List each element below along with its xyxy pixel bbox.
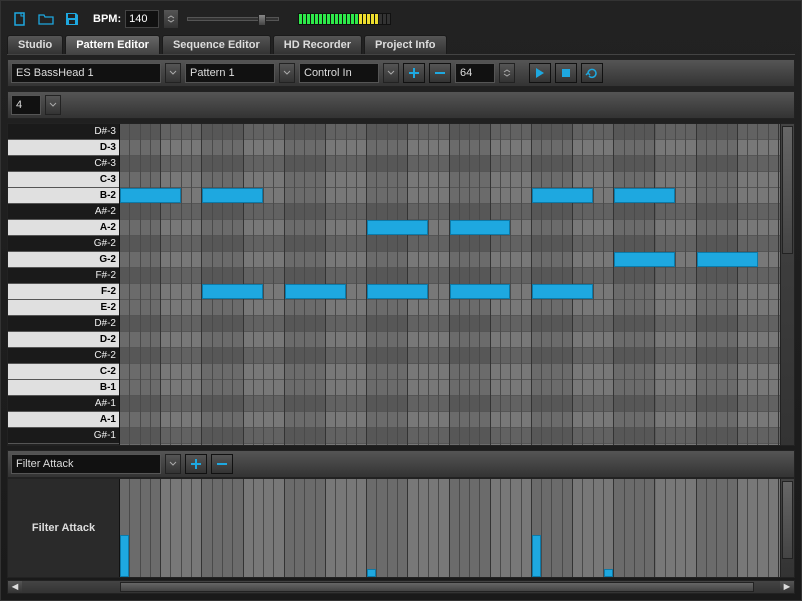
vertical-scrollbar[interactable] — [780, 479, 794, 577]
piano-key[interactable]: G#-1 — [8, 428, 119, 444]
automation-grid[interactable] — [120, 479, 780, 577]
midi-note[interactable] — [120, 188, 181, 203]
control-select[interactable]: Control In — [299, 63, 379, 83]
midi-note[interactable] — [450, 284, 511, 299]
chevron-down-icon[interactable] — [165, 454, 181, 474]
pattern-toolbar: ES BassHead 1 Pattern 1 Control In 64 — [7, 59, 795, 87]
piano-key[interactable]: E-2 — [8, 300, 119, 316]
piano-key[interactable]: D-2 — [8, 332, 119, 348]
stop-button[interactable] — [555, 63, 577, 83]
zoom-toolbar: 4 — [7, 91, 795, 119]
piano-key[interactable]: A-1 — [8, 412, 119, 428]
tab-hd-recorder[interactable]: HD Recorder — [273, 35, 362, 54]
midi-note[interactable] — [367, 284, 428, 299]
vertical-scrollbar[interactable] — [780, 124, 794, 445]
zoom-select[interactable]: 4 — [11, 95, 41, 115]
tab-studio[interactable]: Studio — [7, 35, 63, 54]
midi-note[interactable] — [532, 284, 593, 299]
bpm-label: BPM: — [93, 13, 121, 25]
bpm-stepper[interactable] — [163, 9, 179, 29]
tab-sequence-editor[interactable]: Sequence Editor — [162, 35, 271, 54]
add-button[interactable] — [403, 63, 425, 83]
automation-lane: Filter Attack — [7, 478, 795, 578]
loop-button[interactable] — [581, 63, 603, 83]
piano-key[interactable]: F#-2 — [8, 268, 119, 284]
piano-key[interactable]: G#-2 — [8, 236, 119, 252]
automation-point[interactable] — [367, 569, 376, 577]
open-folder-icon[interactable] — [35, 9, 57, 29]
midi-note[interactable] — [614, 252, 675, 267]
chevron-down-icon[interactable] — [279, 63, 295, 83]
automation-param-select[interactable]: Filter Attack — [11, 454, 161, 474]
midi-note[interactable] — [285, 284, 346, 299]
main-tabs: StudioPattern EditorSequence EditorHD Re… — [7, 35, 795, 55]
midi-note[interactable] — [450, 220, 511, 235]
automation-point[interactable] — [120, 535, 129, 577]
top-toolbar: BPM: — [7, 7, 795, 31]
piano-roll: D#-3D-3C#-3C-3B-2A#-2A-2G#-2G-2F#-2F-2E-… — [7, 123, 795, 446]
piano-key[interactable]: D#-2 — [8, 316, 119, 332]
automation-point[interactable] — [532, 535, 541, 577]
tab-project-info[interactable]: Project Info — [364, 35, 447, 54]
piano-key[interactable]: A#-1 — [8, 396, 119, 412]
piano-key[interactable]: C#-2 — [8, 348, 119, 364]
piano-key[interactable]: C-2 — [8, 364, 119, 380]
save-icon[interactable] — [61, 9, 83, 29]
pattern-select[interactable]: Pattern 1 — [185, 63, 275, 83]
automation-point[interactable] — [604, 569, 613, 577]
volume-slider[interactable] — [187, 17, 279, 21]
play-button[interactable] — [529, 63, 551, 83]
steps-input[interactable]: 64 — [455, 63, 495, 83]
piano-keys[interactable]: D#-3D-3C#-3C-3B-2A#-2A-2G#-2G-2F#-2F-2E-… — [8, 124, 120, 445]
piano-key[interactable]: D-3 — [8, 140, 119, 156]
instrument-select[interactable]: ES BassHead 1 — [11, 63, 161, 83]
chevron-down-icon[interactable] — [383, 63, 399, 83]
chevron-down-icon[interactable] — [45, 95, 61, 115]
tab-pattern-editor[interactable]: Pattern Editor — [65, 35, 160, 54]
midi-note[interactable] — [697, 252, 758, 267]
bpm-input[interactable] — [125, 10, 159, 28]
piano-key[interactable]: G-2 — [8, 252, 119, 268]
remove-button[interactable] — [429, 63, 451, 83]
piano-key[interactable]: B-1 — [8, 380, 119, 396]
piano-key[interactable]: A-2 — [8, 220, 119, 236]
scroll-right-icon[interactable]: ► — [780, 581, 794, 593]
piano-key[interactable]: D#-3 — [8, 124, 119, 140]
chevron-down-icon[interactable] — [165, 63, 181, 83]
piano-key[interactable]: C-3 — [8, 172, 119, 188]
midi-note[interactable] — [532, 188, 593, 203]
piano-key[interactable]: A#-2 — [8, 204, 119, 220]
new-file-icon[interactable] — [9, 9, 31, 29]
add-lane-button[interactable] — [185, 454, 207, 474]
midi-note[interactable] — [367, 220, 428, 235]
midi-note[interactable] — [202, 284, 263, 299]
note-grid[interactable] — [120, 124, 780, 445]
midi-note[interactable] — [202, 188, 263, 203]
steps-stepper[interactable] — [499, 63, 515, 83]
piano-key[interactable]: B-2 — [8, 188, 119, 204]
automation-toolbar: Filter Attack — [7, 450, 795, 478]
piano-key[interactable]: C#-3 — [8, 156, 119, 172]
scroll-left-icon[interactable]: ◄ — [8, 581, 22, 593]
automation-label: Filter Attack — [8, 479, 120, 577]
piano-key[interactable]: F-2 — [8, 284, 119, 300]
midi-note[interactable] — [614, 188, 675, 203]
vu-meter — [297, 12, 392, 26]
remove-lane-button[interactable] — [211, 454, 233, 474]
horizontal-scrollbar[interactable]: ◄ ► — [7, 580, 795, 594]
